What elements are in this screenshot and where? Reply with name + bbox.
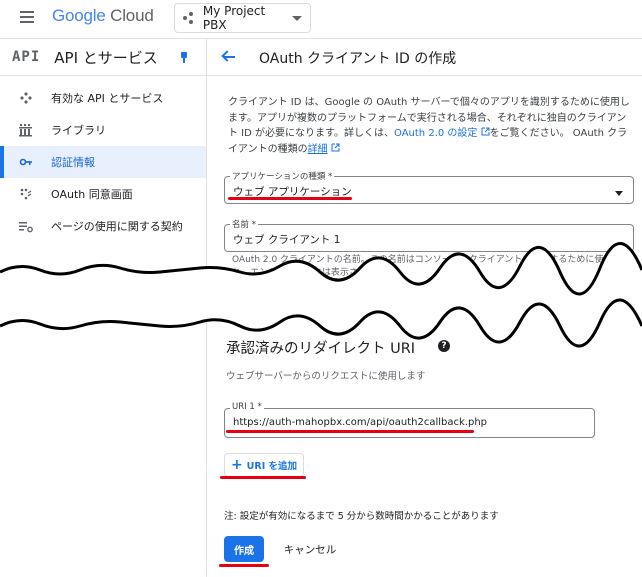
back-arrow-icon[interactable] (221, 50, 237, 64)
sidebar: 有効な API とサービス ライブラリ 認証情報 OAuth 同意画面 ページの… (0, 82, 206, 242)
highlight-underline (226, 430, 474, 433)
sidebar-item-label: ページの使用に関する契約 (51, 220, 183, 233)
add-uri-label: URI を追加 (246, 461, 298, 472)
api-badge: API (12, 49, 41, 65)
sidebar-item-label: 認証情報 (51, 156, 95, 169)
sidebar-item-label: ライブラリ (51, 124, 106, 137)
highlight-underline (219, 564, 269, 567)
sidebar-item-credentials[interactable]: 認証情報 (0, 146, 206, 178)
library-icon (19, 123, 33, 137)
google-cloud-logo[interactable]: Google Cloud (52, 6, 154, 26)
sidebar-header: API API とサービス (0, 38, 206, 76)
propagation-note: 注: 設定が有効になるまで 5 分から数時間かかることがあります (224, 511, 499, 522)
sidebar-item-label: 有効な API とサービス (51, 92, 164, 105)
redirect-uri-section-title: 承認済みのリダイレクト URI (226, 341, 416, 357)
screenshot-tear-separator (0, 242, 642, 350)
sidebar-title: API とサービス (54, 48, 158, 67)
project-selector[interactable]: My Project PBX (174, 3, 311, 33)
top-bar: Google Cloud My Project PBX (0, 0, 642, 36)
application-type-label: アプリケーションの種類 * (230, 170, 335, 182)
client-name-label: 名前 * (230, 218, 258, 230)
plus-icon: + (230, 457, 243, 473)
cancel-button[interactable]: キャンセル (276, 536, 344, 562)
settings-list-icon (19, 219, 33, 233)
logo-cloud-text: Cloud (110, 6, 154, 25)
create-button[interactable]: 作成 (224, 536, 264, 562)
details-link[interactable]: 詳細 (308, 143, 340, 155)
key-icon (19, 155, 33, 169)
help-icon[interactable]: ? (438, 340, 450, 352)
project-icon (183, 12, 195, 24)
uri-1-field[interactable]: URI 1 * https://auth-mahopbx.com/api/oau… (224, 402, 595, 438)
page-title: OAuth クライアント ID の作成 (259, 51, 457, 67)
pin-icon[interactable] (180, 52, 188, 64)
chevron-down-icon (292, 15, 302, 21)
description-text: クライアント ID は、Google の OAuth サーバーで個々のアプリを識… (228, 95, 634, 157)
sidebar-item-library[interactable]: ライブラリ (0, 114, 206, 146)
sidebar-item-enabled-apis[interactable]: 有効な API とサービス (0, 82, 206, 114)
redirect-uri-subtitle: ウェブサーバーからのリクエストに使用します (226, 371, 426, 382)
uri-1-value: https://auth-mahopbx.com/api/oauth2callb… (233, 417, 488, 428)
dropdown-caret-icon (615, 191, 623, 196)
logo-google-text: Google (52, 6, 106, 25)
sidebar-item-label: OAuth 同意画面 (51, 188, 133, 201)
highlight-underline (220, 476, 306, 479)
add-uri-button[interactable]: + URI を追加 (224, 453, 304, 477)
sidebar-item-oauth-consent[interactable]: OAuth 同意画面 (0, 178, 206, 210)
api-diamond-icon (19, 91, 33, 105)
oauth-settings-link[interactable]: OAuth 2.0 の設定 (394, 127, 490, 139)
page-header: OAuth クライアント ID の作成 (207, 38, 642, 76)
uri-1-label: URI 1 * (230, 402, 264, 412)
menu-icon[interactable] (20, 11, 34, 23)
highlight-underline (228, 197, 352, 200)
sidebar-item-page-usage-agreements[interactable]: ページの使用に関する契約 (0, 210, 206, 242)
oauth-consent-icon (19, 187, 33, 201)
project-name: My Project PBX (202, 4, 266, 32)
